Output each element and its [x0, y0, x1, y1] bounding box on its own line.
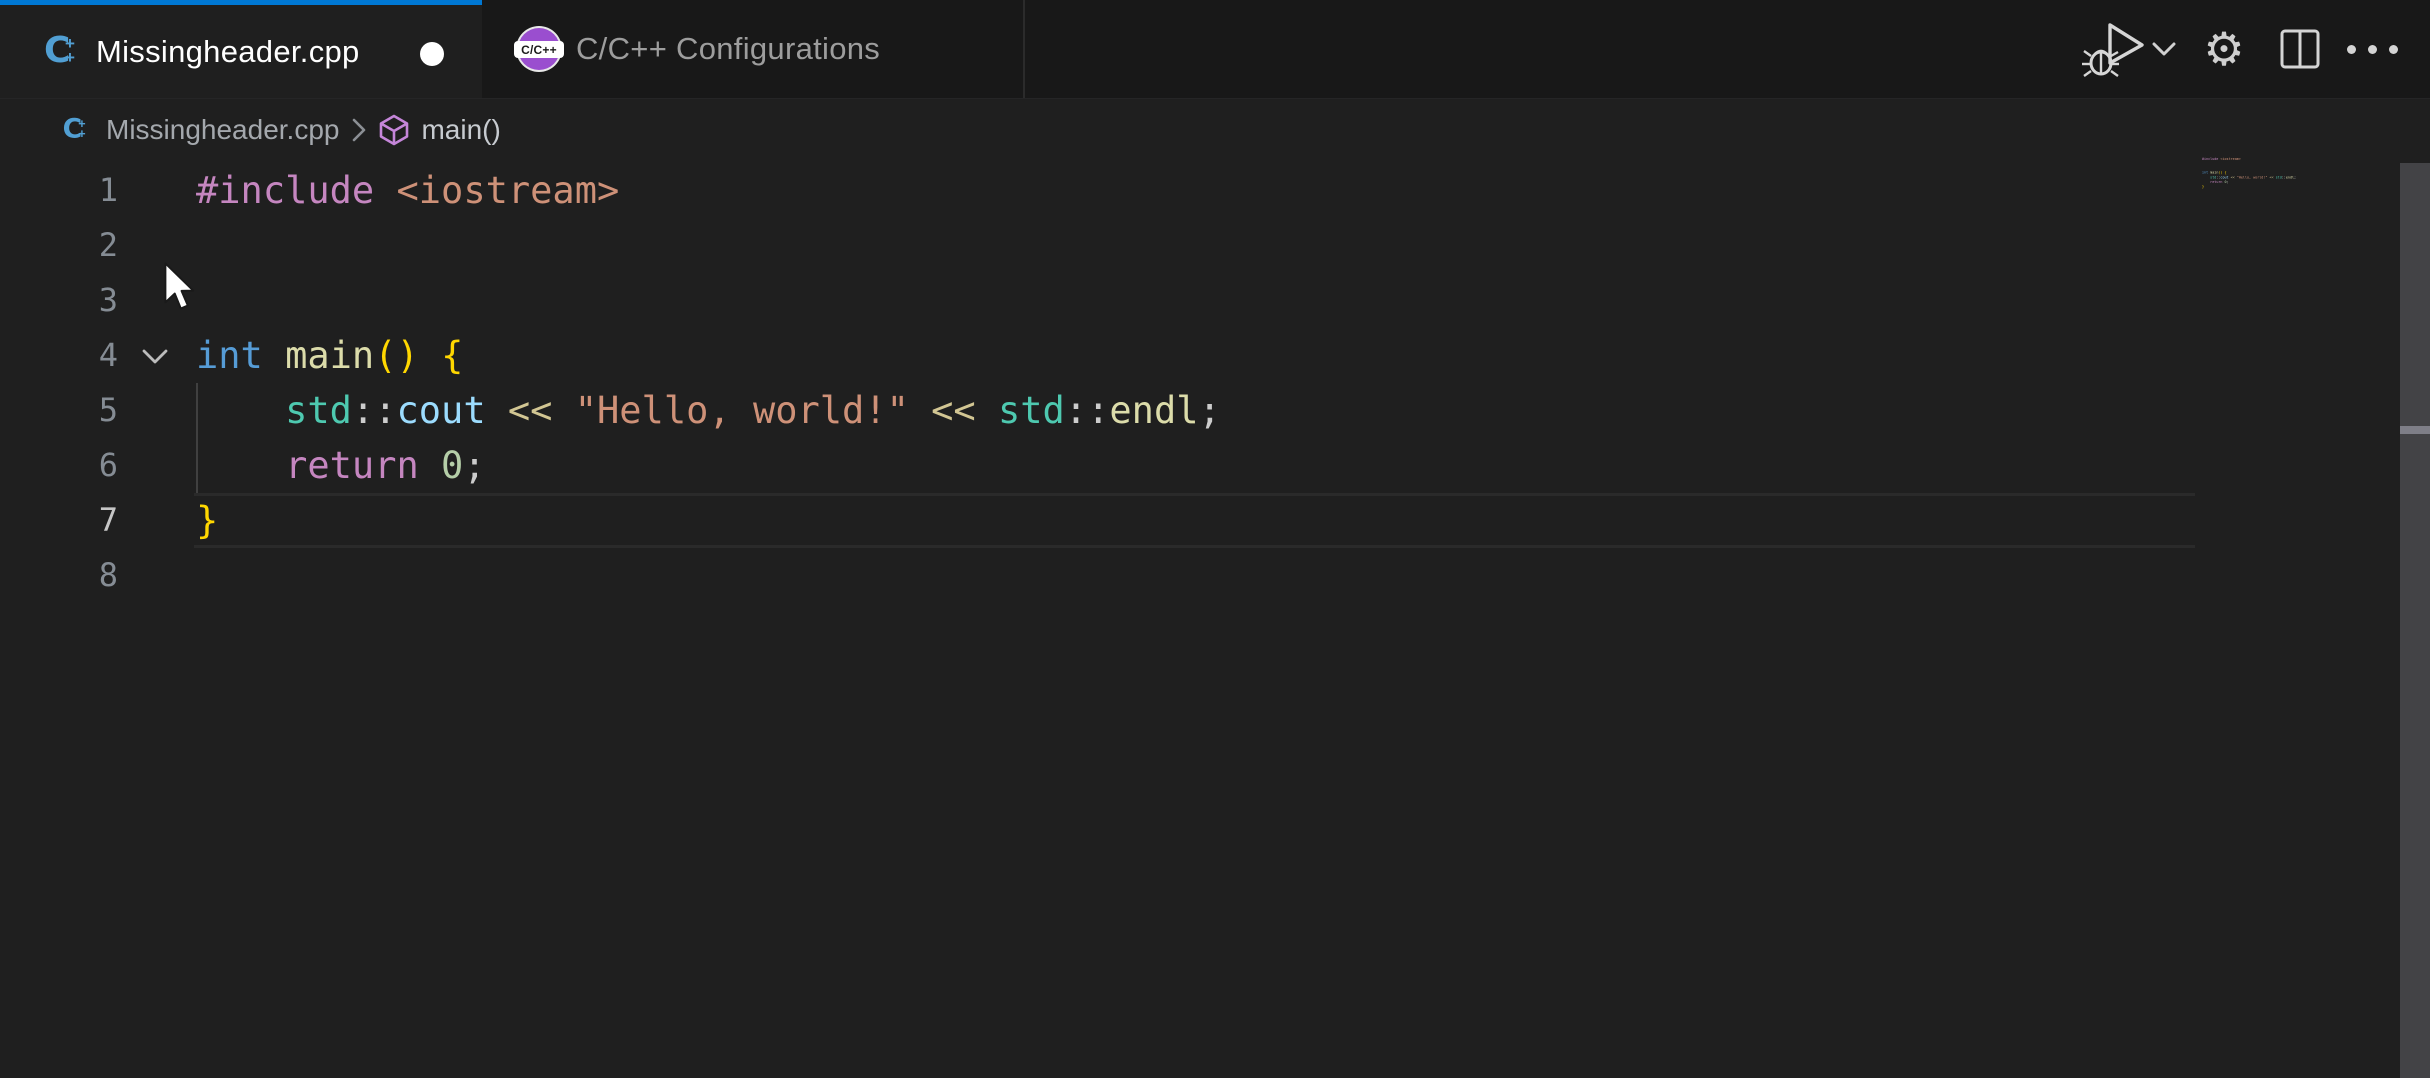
cpptools-extension-icon: C/C++ [518, 28, 560, 70]
breadcrumb: C++ Missingheader.cpp main() [58, 106, 501, 154]
minimap[interactable]: #include <iostream> int main() { std::co… [2202, 157, 2402, 194]
indent-guide [196, 383, 198, 493]
code-text[interactable]: #include <iostream> [196, 163, 619, 218]
settings-button[interactable]: ⚙ [2196, 0, 2252, 98]
modified-dot-icon[interactable] [420, 42, 444, 66]
tab-label: C/C++ Configurations [576, 31, 880, 67]
tab-missingheader-cpp[interactable]: C++ Missingheader.cpp [0, 0, 482, 98]
editor-tab-bar: C++ Missingheader.cpp C/C++ C/C++ Config… [0, 0, 2430, 99]
code-text[interactable]: std::cout << "Hello, world!" << std::end… [196, 383, 1221, 438]
code-line[interactable]: 4 int main() { [0, 328, 2430, 383]
more-actions-button[interactable] [2344, 0, 2400, 98]
code-text[interactable]: } [196, 493, 218, 548]
split-editor-icon [2279, 28, 2321, 70]
chevron-right-icon [351, 117, 367, 143]
ellipsis-icon [2347, 45, 2398, 54]
code-line[interactable]: 5 std::cout << "Hello, world!" << std::e… [0, 383, 2430, 438]
cpp-file-icon: C++ [44, 32, 80, 72]
fold-chevron-icon[interactable] [140, 345, 170, 367]
code-line[interactable]: 2 [0, 218, 2430, 273]
tab-cpp-configurations[interactable]: C/C++ C/C++ Configurations [482, 0, 1025, 98]
debug-run-button[interactable] [2078, 0, 2178, 98]
tab-label: Missingheader.cpp [96, 34, 360, 70]
mouse-pointer-icon [163, 262, 197, 312]
symbol-method-cube-icon [379, 114, 409, 146]
split-editor-button[interactable] [2272, 0, 2328, 98]
code-line[interactable]: 3 [0, 273, 2430, 328]
breadcrumb-symbol[interactable]: main() [421, 114, 500, 146]
code-text[interactable]: return 0; [196, 438, 486, 493]
gear-icon: ⚙ [2203, 26, 2244, 72]
debug-run-icon [2080, 19, 2176, 79]
chevron-down-icon [2154, 44, 2174, 54]
code-line[interactable]: 7} [0, 493, 2430, 548]
code-text[interactable]: int main() { [196, 328, 463, 383]
line-number[interactable]: 7 [0, 493, 118, 548]
line-number[interactable]: 2 [0, 218, 118, 273]
code-editor[interactable]: 1#include <iostream>234int main() {5 std… [0, 155, 2430, 1078]
code-line[interactable]: 8 [0, 548, 2430, 603]
vertical-scrollbar-slider[interactable] [2400, 163, 2430, 1078]
line-number[interactable]: 6 [0, 438, 118, 493]
overview-ruler-cursor-marker [2400, 426, 2430, 434]
line-number[interactable]: 4 [0, 328, 118, 383]
current-line-highlight [194, 493, 2195, 548]
line-number[interactable]: 3 [0, 273, 118, 328]
code-line[interactable]: 1 #include <iostream> [0, 163, 2430, 218]
line-number[interactable]: 1 [0, 163, 118, 218]
cpptools-icon-label: C/C++ [514, 41, 564, 58]
cpp-file-icon: C++ [63, 115, 90, 145]
line-number[interactable]: 8 [0, 548, 118, 603]
line-number[interactable]: 5 [0, 383, 118, 438]
code-line[interactable]: 6 return 0; [0, 438, 2430, 493]
breadcrumb-file[interactable]: Missingheader.cpp [106, 114, 339, 146]
